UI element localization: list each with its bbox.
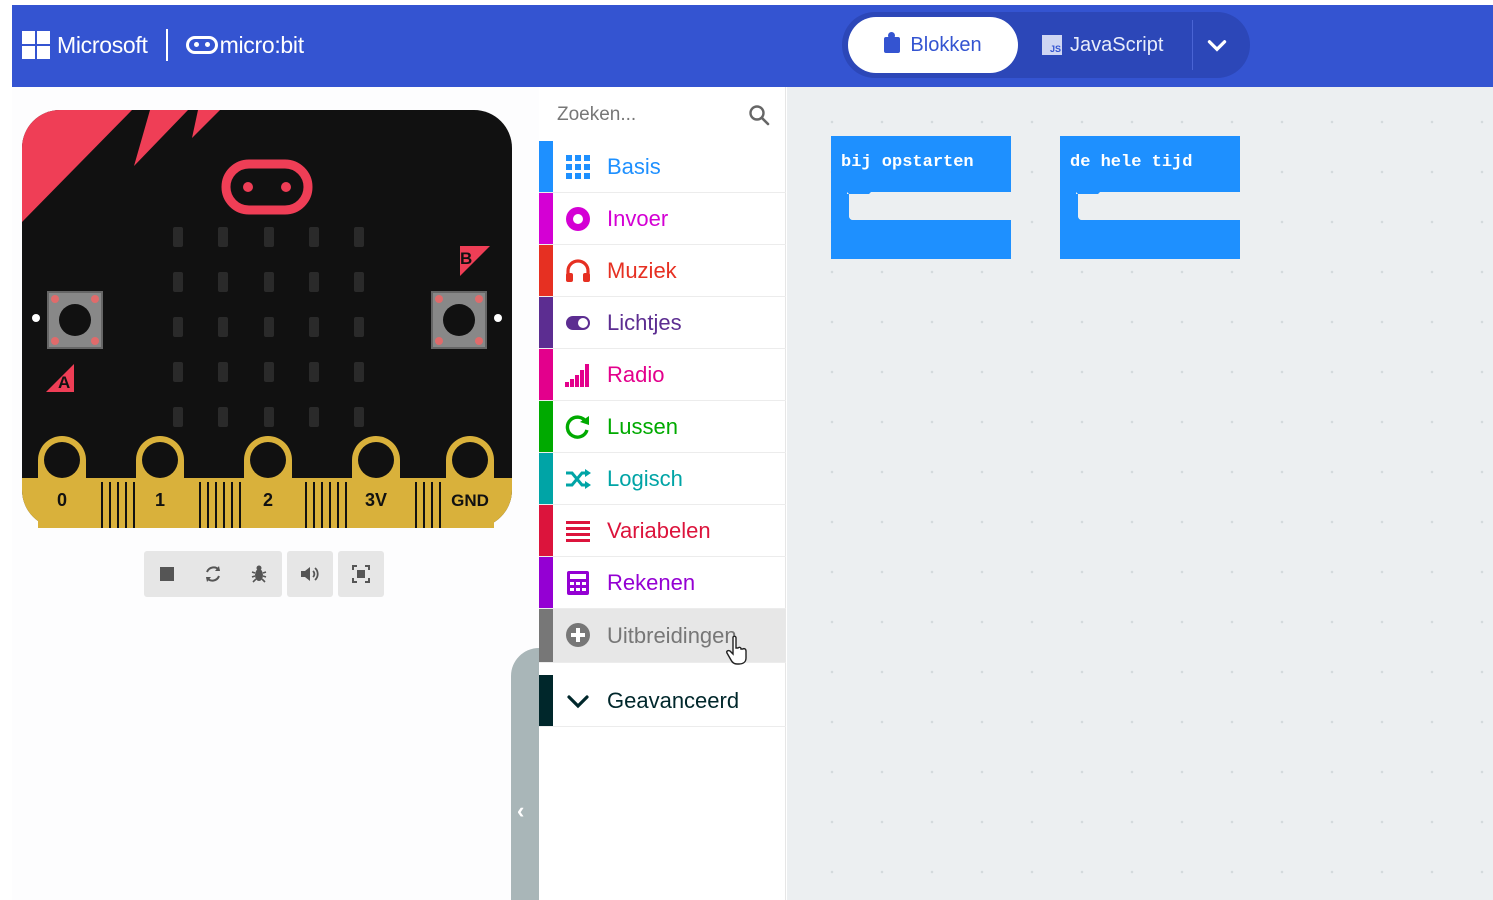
category-label: Lichtjes — [607, 309, 682, 335]
pin-2[interactable]: 2 — [244, 436, 292, 528]
category-label: Basis — [607, 153, 661, 179]
category-label: Invoer — [607, 205, 669, 231]
pin-3v-label: 3V — [365, 490, 387, 510]
category-logisch[interactable]: Logisch — [539, 453, 786, 505]
category-label: Radio — [607, 361, 665, 387]
grid-icon — [566, 155, 590, 179]
category-rekenen[interactable]: Rekenen — [539, 557, 786, 609]
category-color-bar — [539, 675, 553, 726]
brand[interactable]: Microsoft micro:bit — [22, 27, 304, 63]
toolbox: Basis Invoer Muziek Lichtjes Radio Lusse… — [539, 87, 786, 900]
stop-icon — [160, 567, 174, 581]
plus-circle-icon — [566, 623, 590, 647]
sound-button[interactable] — [287, 551, 333, 597]
microsoft-logo-icon — [22, 31, 50, 59]
restart-icon — [206, 566, 220, 582]
pin-1-label: 1 — [155, 490, 165, 510]
sim-btn-group — [144, 551, 282, 597]
pin-gnd-label: GND — [451, 491, 489, 510]
pin-gnd[interactable]: GND — [446, 436, 494, 528]
puzzle-icon — [884, 32, 901, 53]
block-forever-label: de hele tijd — [1070, 153, 1193, 172]
category-uitbreidingen[interactable]: Uitbreidingen — [539, 609, 786, 665]
brand-microbit: micro:bit — [219, 31, 305, 58]
search-input[interactable] — [557, 101, 747, 129]
category-label: Logisch — [607, 465, 683, 491]
block-forever[interactable]: de hele tijd — [1060, 136, 1240, 259]
app-header: Microsoft micro:bit Blokken JS JavaScrip… — [12, 5, 1493, 87]
blocks-workspace[interactable]: bij opstarten de hele tijd — [787, 87, 1493, 900]
category-geavanceerd[interactable]: Geavanceerd — [539, 675, 786, 727]
debug-button[interactable] — [236, 551, 282, 597]
category-color-bar — [539, 297, 553, 348]
category-color-bar — [539, 453, 553, 504]
button-b[interactable] — [431, 291, 487, 349]
mode-divider — [1192, 20, 1193, 70]
toolbox-search — [539, 87, 786, 141]
button-b-label: B — [460, 249, 472, 268]
pin-3v[interactable]: 3V — [352, 436, 400, 528]
fullscreen-icon — [352, 565, 370, 583]
hand-cursor-icon — [726, 635, 747, 665]
tab-javascript-label: JavaScript — [1070, 33, 1164, 56]
tab-blocks-label: Blokken — [910, 33, 982, 56]
simulator-controls — [144, 551, 384, 597]
microbit-board[interactable]: A B 0 1 2 3V GND — [22, 110, 512, 528]
stop-button[interactable] — [144, 551, 190, 597]
restart-button[interactable] — [190, 551, 236, 597]
category-color-bar — [539, 141, 553, 192]
refresh-icon — [565, 415, 589, 439]
pin-0-label: 0 — [57, 490, 67, 510]
search-icon[interactable] — [747, 103, 771, 127]
shuffle-icon — [566, 469, 591, 489]
category-color-bar — [539, 557, 553, 608]
calculator-icon — [567, 571, 589, 595]
category-lichtjes[interactable]: Lichtjes — [539, 297, 786, 349]
microbit-logo-icon — [185, 36, 218, 54]
block-on-start-label: bij opstarten — [841, 153, 974, 172]
category-label: Geavanceerd — [607, 687, 740, 713]
pin-2-label: 2 — [263, 490, 273, 510]
tab-javascript[interactable]: JS JavaScript — [1042, 17, 1192, 73]
debug-icon — [251, 565, 267, 583]
headphones-icon — [566, 259, 590, 282]
button-a-label: A — [58, 373, 70, 392]
pin-0[interactable]: 0 — [38, 436, 86, 528]
category-color-bar — [539, 505, 553, 556]
tab-blocks[interactable]: Blokken — [848, 17, 1018, 73]
category-color-bar — [539, 401, 553, 452]
category-color-bar — [539, 193, 553, 244]
category-label: Uitbreidingen — [607, 622, 737, 648]
category-lussen[interactable]: Lussen — [539, 401, 786, 453]
category-variabelen[interactable]: Variabelen — [539, 505, 786, 557]
list-icon — [566, 521, 590, 542]
sound-icon — [301, 567, 319, 581]
category-color-bar — [539, 245, 553, 296]
pin-1[interactable]: 1 — [136, 436, 184, 528]
category-basis[interactable]: Basis — [539, 141, 786, 193]
category-label: Muziek — [607, 257, 677, 283]
category-label: Variabelen — [607, 517, 711, 543]
brand-separator — [165, 29, 168, 61]
category-invoer[interactable]: Invoer — [539, 193, 786, 245]
toggle-icon — [566, 316, 590, 330]
category-label: Lussen — [607, 413, 678, 439]
collapse-simulator-tab[interactable]: ‹ — [511, 648, 539, 900]
button-a[interactable] — [47, 291, 103, 349]
signal-icon — [565, 364, 589, 387]
chevron-down-icon[interactable] — [1204, 32, 1230, 58]
editor-mode-toggle: Blokken JS JavaScript — [842, 12, 1250, 78]
category-color-bar — [539, 349, 553, 400]
category-color-bar — [539, 609, 553, 662]
javascript-file-icon: JS — [1042, 35, 1062, 55]
category-radio[interactable]: Radio — [539, 349, 786, 401]
chevron-down-icon — [567, 695, 589, 709]
category-muziek[interactable]: Muziek — [539, 245, 786, 297]
fullscreen-button[interactable] — [338, 551, 384, 597]
category-label: Rekenen — [607, 569, 696, 595]
block-on-start[interactable]: bij opstarten — [831, 136, 1011, 259]
chevron-left-icon: ‹ — [517, 798, 525, 823]
target-icon — [566, 207, 590, 231]
brand-microsoft: Microsoft — [57, 31, 148, 58]
